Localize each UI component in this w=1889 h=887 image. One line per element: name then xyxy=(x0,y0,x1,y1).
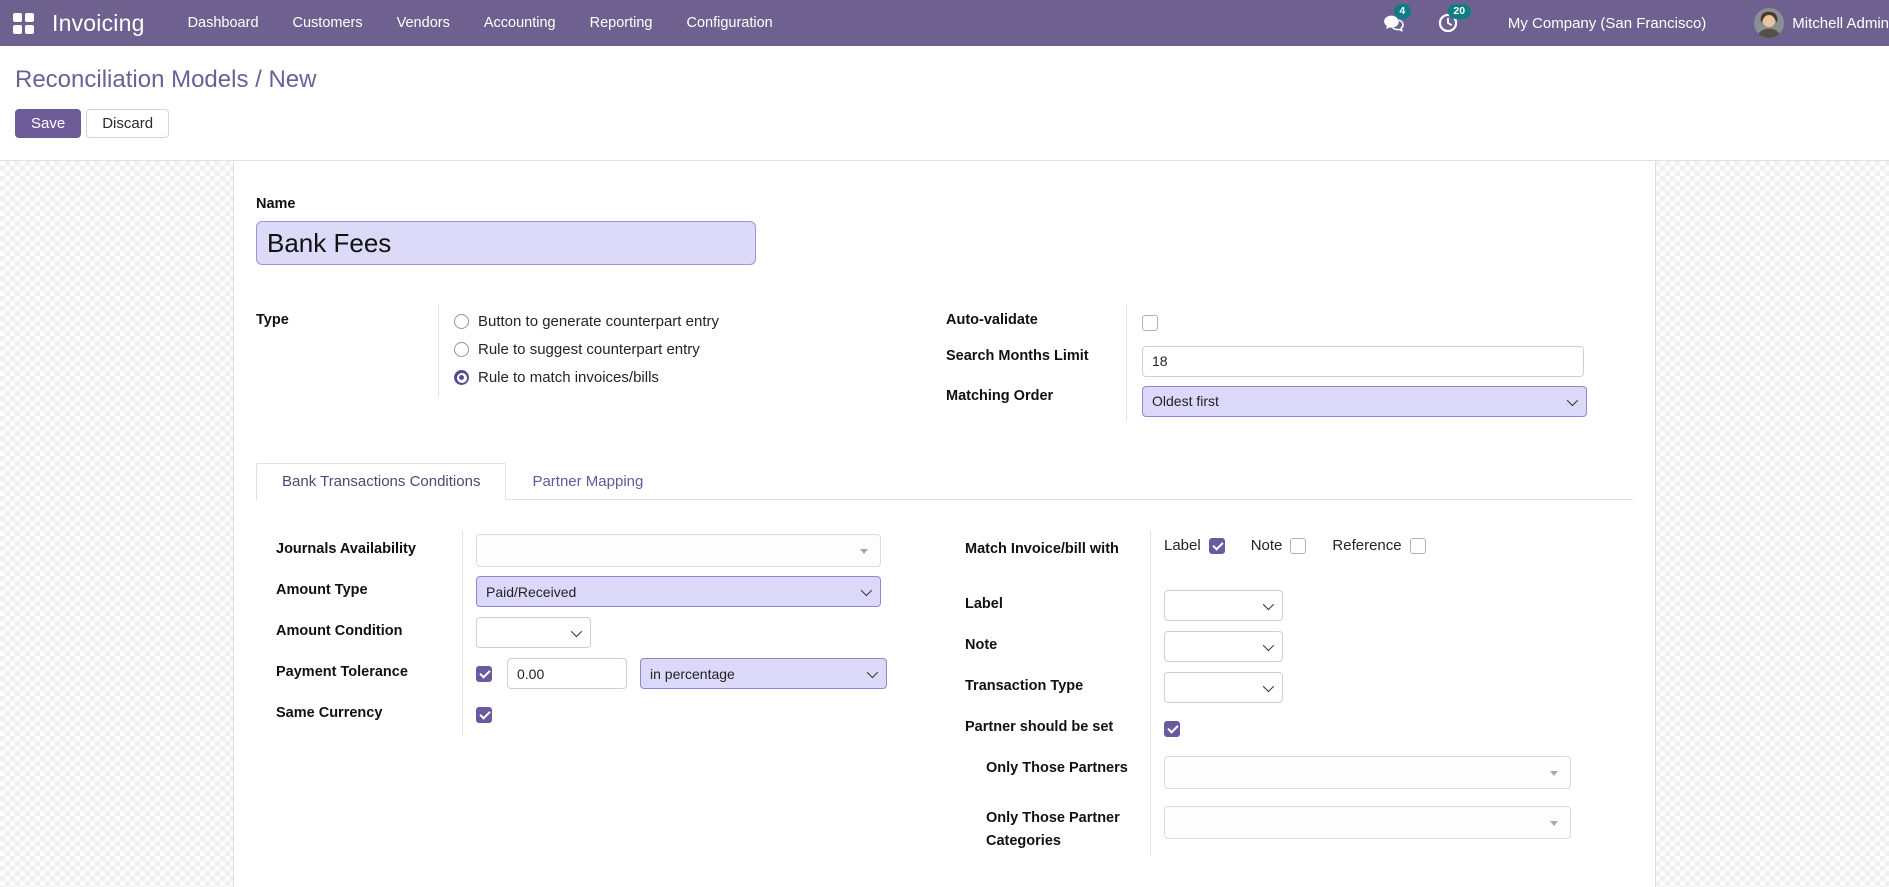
breadcrumb-reconciliation-models[interactable]: Reconciliation Models xyxy=(15,66,248,93)
payment-tolerance-checkbox[interactable] xyxy=(476,665,492,682)
type-option-label: Rule to match invoices/bills xyxy=(478,369,659,386)
search-months-limit-label: Search Months Limit xyxy=(946,348,1089,364)
payment-tolerance-unit-select[interactable]: in percentage xyxy=(640,658,887,689)
nav-item-configuration[interactable]: Configuration xyxy=(669,0,789,46)
activities-icon[interactable]: 20 xyxy=(1436,4,1471,35)
conditions-right-column: Match Invoice/bill with Label Note Refer… xyxy=(965,530,1633,857)
payment-tolerance-input[interactable] xyxy=(507,658,627,689)
type-label: Type xyxy=(256,312,289,328)
matching-order-select[interactable]: Oldest first xyxy=(1142,385,1587,417)
form-sheet: Name Type Button to generate counterpart… xyxy=(233,161,1656,887)
match-note-text: Note xyxy=(1250,537,1283,554)
type-radio-button-counterpart[interactable]: Button to generate counterpart entry xyxy=(454,313,719,330)
name-field-block: Name xyxy=(256,195,1633,265)
only-those-partners-label: Only Those Partners xyxy=(986,760,1128,776)
payment-tolerance-label: Payment Tolerance xyxy=(276,664,408,680)
note-select[interactable] xyxy=(1164,631,1283,662)
radio-unchecked-icon[interactable] xyxy=(454,342,469,357)
same-currency-checkbox[interactable] xyxy=(476,706,492,723)
match-note-checkbox[interactable] xyxy=(1290,537,1307,554)
transaction-type-label: Transaction Type xyxy=(965,678,1084,694)
only-those-partner-categories-label: Only Those Partner Categories xyxy=(986,810,1120,850)
auto-validate-label: Auto-validate xyxy=(946,312,1038,328)
tab-bank-transactions-conditions[interactable]: Bank Transactions Conditions xyxy=(256,463,507,500)
amount-type-select[interactable]: Paid/Received xyxy=(476,576,881,607)
breadcrumb-separator: / xyxy=(248,66,269,93)
app-brand[interactable]: Invoicing xyxy=(52,10,145,37)
messages-icon[interactable]: 4 xyxy=(1382,4,1411,35)
avatar-image xyxy=(1754,8,1785,38)
name-label: Name xyxy=(256,196,296,212)
matching-order-value: Oldest first xyxy=(1152,393,1219,409)
conditions-left-column: Journals Availability Amount Type Paid/R… xyxy=(276,530,923,856)
amount-condition-select[interactable] xyxy=(476,617,591,648)
save-button[interactable]: Save xyxy=(15,109,82,138)
nav-item-dashboard[interactable]: Dashboard xyxy=(171,0,276,46)
only-those-partner-categories-combobox[interactable] xyxy=(1164,806,1571,839)
nav-item-customers[interactable]: Customers xyxy=(276,0,380,46)
user-name[interactable]: Mitchell Admin xyxy=(1792,15,1889,32)
search-months-limit-input[interactable] xyxy=(1142,345,1584,377)
note-field-label: Note xyxy=(965,637,998,653)
control-panel-buttons: Save Discard xyxy=(15,109,1873,138)
breadcrumb: Reconciliation Models / New xyxy=(15,66,1873,94)
type-option-label: Button to generate counterpart entry xyxy=(478,313,719,330)
amount-condition-label: Amount Condition xyxy=(276,623,403,639)
activities-badge: 20 xyxy=(1447,4,1471,19)
label-select[interactable] xyxy=(1164,590,1283,621)
label-field-label: Label xyxy=(965,596,1003,612)
type-radio-group: Button to generate counterpart entry Rul… xyxy=(454,311,719,386)
journals-availability-combobox[interactable] xyxy=(476,534,881,567)
match-invoice-bill-with-label: Match Invoice/bill with xyxy=(965,541,1119,557)
type-group: Type Button to generate counterpart entr… xyxy=(256,305,924,421)
match-with-options: Label Note Reference xyxy=(1164,537,1444,554)
control-panel: Reconciliation Models / New Save Discard xyxy=(0,46,1889,161)
top-form-groups: Type Button to generate counterpart entr… xyxy=(256,305,1633,421)
type-radio-rule-match[interactable]: Rule to match invoices/bills xyxy=(454,369,719,386)
match-reference-checkbox[interactable] xyxy=(1409,537,1426,554)
matching-order-label: Matching Order xyxy=(946,388,1054,404)
user-avatar[interactable] xyxy=(1754,8,1785,38)
content-background: Name Type Button to generate counterpart… xyxy=(0,161,1889,887)
company-switcher[interactable]: My Company (San Francisco) xyxy=(1508,15,1706,32)
nav-item-reporting[interactable]: Reporting xyxy=(573,0,670,46)
match-reference-text: Reference xyxy=(1332,537,1402,554)
navbar-right: 4 20 My Company (San Francisco) Mitchell… xyxy=(1352,4,1889,38)
same-currency-label: Same Currency xyxy=(276,705,383,721)
notebook-tabs: Bank Transactions Conditions Partner Map… xyxy=(256,463,1633,500)
grid-icon xyxy=(12,12,34,34)
messages-badge: 4 xyxy=(1393,4,1411,19)
type-option-label: Rule to suggest counterpart entry xyxy=(478,341,700,358)
radio-checked-icon[interactable] xyxy=(454,370,469,385)
transaction-type-select[interactable] xyxy=(1164,672,1283,703)
name-input[interactable] xyxy=(256,221,756,265)
discard-button[interactable]: Discard xyxy=(86,109,170,138)
amount-type-value: Paid/Received xyxy=(486,583,577,600)
partner-should-be-set-label: Partner should be set xyxy=(965,719,1114,735)
nav-item-accounting[interactable]: Accounting xyxy=(467,0,573,46)
match-option-note[interactable]: Note xyxy=(1251,537,1307,554)
partner-should-be-set-checkbox[interactable] xyxy=(1164,720,1180,737)
journals-availability-label: Journals Availability xyxy=(276,541,416,557)
only-those-partners-combobox[interactable] xyxy=(1164,756,1571,789)
type-radio-rule-suggest[interactable]: Rule to suggest counterpart entry xyxy=(454,341,719,358)
amount-type-label: Amount Type xyxy=(276,582,368,598)
apps-menu-icon[interactable] xyxy=(0,0,46,46)
match-label-checkbox[interactable] xyxy=(1208,537,1225,554)
auto-validate-checkbox[interactable] xyxy=(1142,315,1158,331)
matching-settings-group: Auto-validate Search Months Limit Matchi… xyxy=(946,305,1633,421)
tab-partner-mapping[interactable]: Partner Mapping xyxy=(506,463,669,500)
radio-unchecked-icon[interactable] xyxy=(454,314,469,329)
top-navbar: Invoicing Dashboard Customers Vendors Ac… xyxy=(0,0,1889,46)
match-label-text: Label xyxy=(1164,537,1201,554)
payment-tolerance-unit-value: in percentage xyxy=(650,665,735,682)
breadcrumb-current: New xyxy=(268,66,317,93)
match-option-reference[interactable]: Reference xyxy=(1332,537,1426,554)
nav-item-vendors[interactable]: Vendors xyxy=(380,0,467,46)
main-menu: Dashboard Customers Vendors Accounting R… xyxy=(171,0,790,46)
bank-transactions-conditions-panel: Journals Availability Amount Type Paid/R… xyxy=(256,500,1633,857)
match-option-label[interactable]: Label xyxy=(1164,537,1225,554)
